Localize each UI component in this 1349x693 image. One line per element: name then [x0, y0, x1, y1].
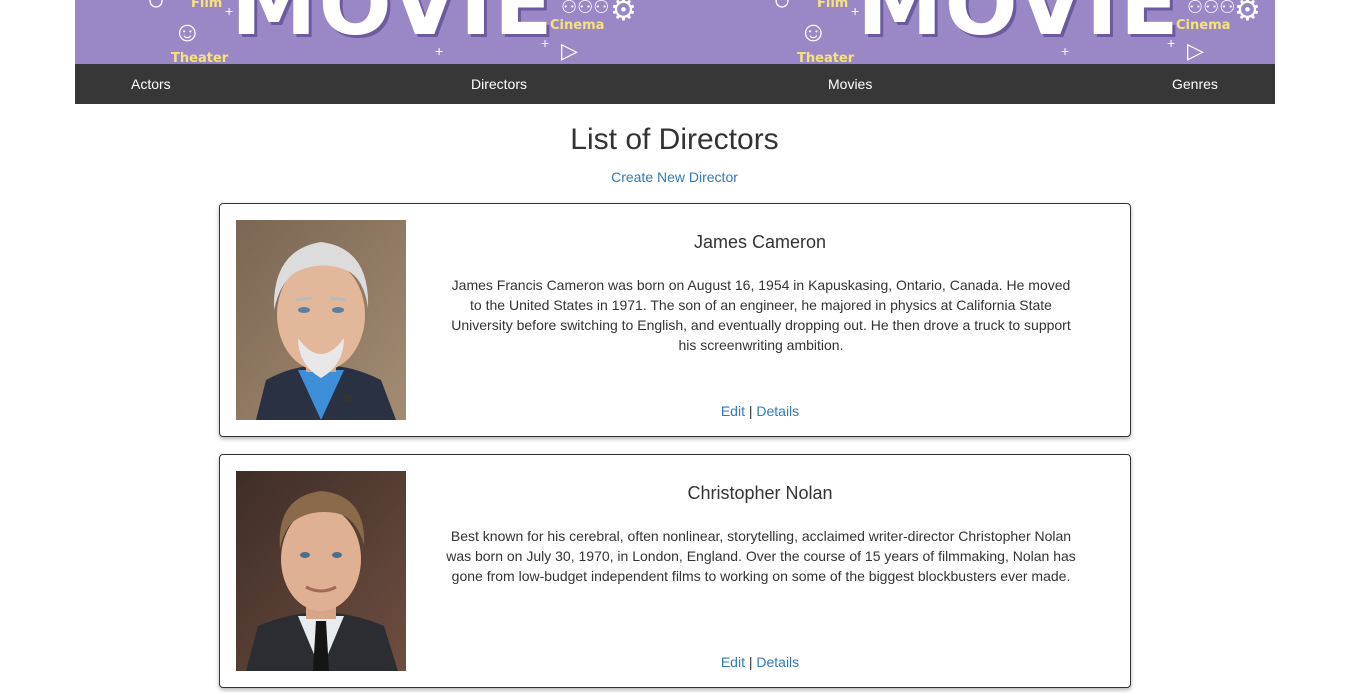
action-separator: |	[748, 403, 753, 419]
theater-masks-icon: ☺	[799, 16, 828, 47]
banner-film-tag: Film	[191, 0, 223, 11]
banner-theater-tag: Theater	[797, 51, 855, 64]
director-photo	[236, 220, 406, 420]
nav-item-directors[interactable]: Directors	[471, 64, 527, 104]
plus-icon: +	[1061, 43, 1070, 59]
plus-icon: +	[435, 43, 444, 59]
edit-link[interactable]: Edit	[721, 403, 745, 419]
details-link[interactable]: Details	[756, 654, 799, 670]
film-camera-icon: ⚙	[610, 0, 637, 27]
director-photo-image	[236, 220, 406, 420]
nav-item-movies[interactable]: Movies	[828, 64, 872, 104]
banner-theater-tag: Theater	[171, 51, 229, 64]
header-banner: ○ Film ☺ Theater + MOVIE ⚇⚇⚇ Cinema ⚙ ▷ …	[75, 0, 1275, 64]
banner-title: MOVIE	[857, 0, 1181, 55]
director-photo	[236, 471, 406, 671]
main-nav: Actors Directors Movies Genres	[75, 64, 1275, 104]
banner-tile: ○ Film ☺ Theater + MOVIE ⚇⚇⚇ Cinema ⚙ ▷ …	[75, 0, 701, 64]
nav-item-actors[interactable]: Actors	[131, 64, 171, 104]
action-separator: |	[748, 654, 753, 670]
banner-title: MOVIE	[231, 0, 555, 55]
film-camera-icon: ⚙	[1234, 0, 1261, 27]
edit-link[interactable]: Edit	[721, 654, 745, 670]
film-reel-icon: ○	[147, 0, 166, 17]
page-title: List of Directors	[570, 123, 779, 156]
audience-icon: ⚇⚇⚇	[1187, 0, 1236, 17]
banner-cinema-tag: Cinema	[1176, 18, 1231, 33]
director-bio: James Francis Cameron was born on August…	[451, 277, 1071, 353]
banner-film-tag: Film	[817, 0, 849, 11]
director-card: James Cameron James Francis Cameron was …	[219, 203, 1131, 437]
director-actions: Edit | Details	[430, 402, 1090, 420]
nav-item-genres[interactable]: Genres	[1172, 64, 1218, 104]
page: ○ Film ☺ Theater + MOVIE ⚇⚇⚇ Cinema ⚙ ▷ …	[0, 0, 1349, 693]
director-photo-image	[236, 471, 406, 671]
banner-cinema-tag: Cinema	[550, 18, 605, 33]
banner-tile: ○ Film ☺ Theater + MOVIE ⚇⚇⚇ Cinema ⚙ ▷ …	[701, 0, 1275, 64]
director-name: Christopher Nolan	[687, 483, 833, 503]
create-link-wrapper: Create New Director	[0, 168, 1349, 186]
film-reel-icon: ○	[773, 0, 792, 17]
theater-masks-icon: ☺	[173, 16, 202, 47]
play-icon: ▷	[561, 38, 578, 63]
audience-icon: ⚇⚇⚇	[561, 0, 610, 17]
director-card: Christopher Nolan Best known for his cer…	[219, 454, 1131, 688]
director-name: James Cameron	[693, 232, 827, 252]
play-icon: ▷	[1187, 38, 1204, 63]
director-actions: Edit | Details	[430, 653, 1090, 671]
plus-icon: +	[541, 35, 550, 51]
director-bio: Best known for his cerebral, often nonli…	[446, 528, 1076, 584]
plus-icon: +	[1167, 35, 1176, 51]
details-link[interactable]: Details	[756, 403, 799, 419]
create-new-director-link[interactable]: Create New Director	[611, 169, 738, 185]
